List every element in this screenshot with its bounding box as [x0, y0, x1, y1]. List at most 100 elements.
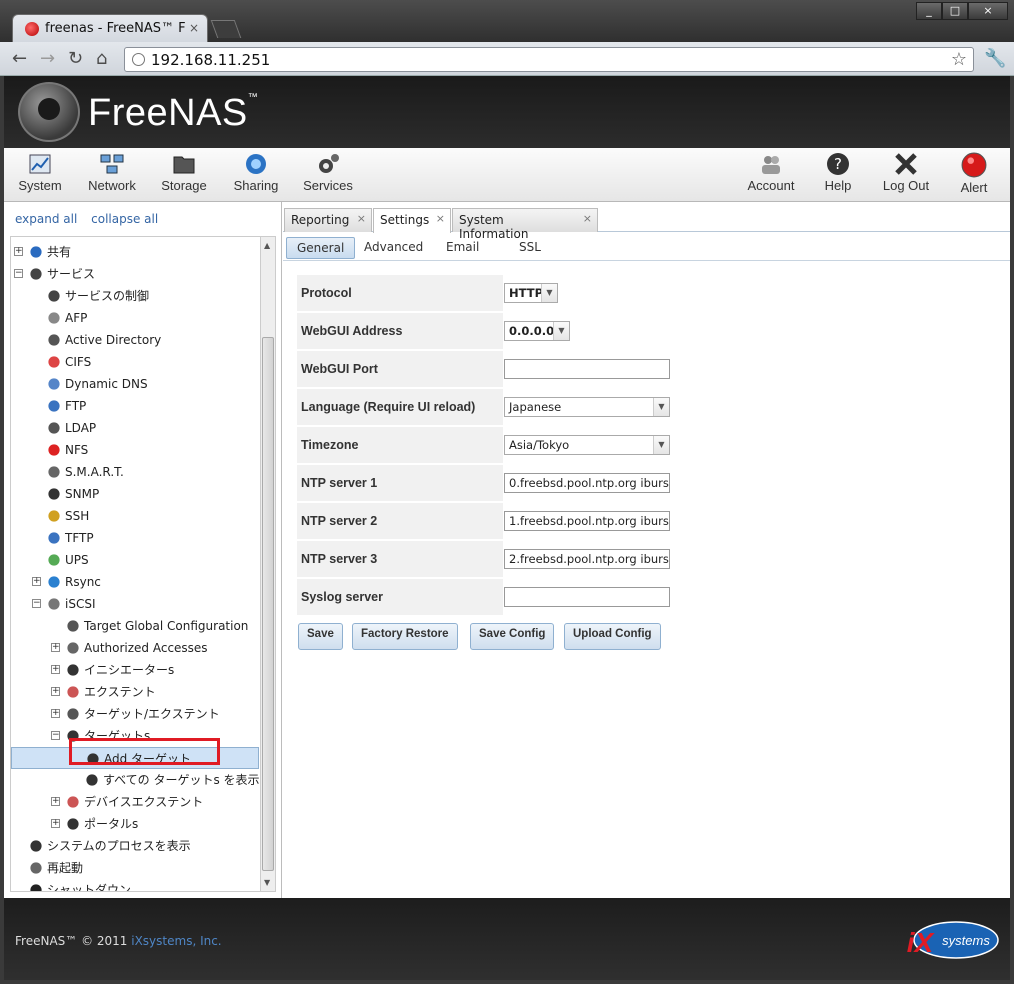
expand-icon[interactable]: +: [51, 687, 60, 696]
tab-system-information[interactable]: System Information ×: [452, 208, 598, 241]
close-window-button[interactable]: ×: [968, 2, 1008, 20]
expand-icon[interactable]: +: [51, 819, 60, 828]
tree-item[interactable]: Target Global Configuration: [11, 615, 259, 637]
tree-item[interactable]: − サービス: [11, 263, 259, 285]
tree-item[interactable]: + エクステント: [11, 681, 259, 703]
webgui-port-input[interactable]: [504, 359, 670, 379]
forward-arrow-icon[interactable]: →: [40, 49, 55, 69]
tree-item[interactable]: LDAP: [11, 417, 259, 439]
scroll-thumb[interactable]: [262, 337, 274, 871]
tree-item[interactable]: AFP: [11, 307, 259, 329]
address-url[interactable]: 192.168.11.251: [151, 51, 270, 69]
expand-icon[interactable]: +: [14, 247, 23, 256]
tab-settings[interactable]: Settings ×: [373, 208, 451, 233]
tree-item[interactable]: サービスの制御: [11, 285, 259, 307]
tree-item[interactable]: UPS: [11, 549, 259, 571]
tree-item[interactable]: FTP: [11, 395, 259, 417]
back-arrow-icon[interactable]: ←: [12, 49, 27, 69]
tree-item[interactable]: SSH: [11, 505, 259, 527]
nav-alert[interactable]: Alert: [952, 152, 996, 195]
home-icon[interactable]: ⌂: [96, 49, 107, 69]
expand-icon[interactable]: +: [51, 709, 60, 718]
tree-item[interactable]: + 共有: [11, 241, 259, 263]
tree-item-label: サービスの制御: [65, 289, 150, 303]
upload-config-button[interactable]: Upload Config: [564, 623, 661, 650]
tree-item[interactable]: + Rsync: [11, 571, 259, 593]
save-button[interactable]: Save: [298, 623, 343, 650]
tree-item[interactable]: Active Directory: [11, 329, 259, 351]
subtab-email[interactable]: Email: [436, 237, 489, 259]
reload-icon[interactable]: ↻: [68, 49, 83, 69]
subtab-general[interactable]: General: [286, 237, 356, 259]
subtab-advanced[interactable]: Advanced: [354, 237, 433, 259]
nav-system[interactable]: System: [14, 152, 66, 193]
network-icon: [100, 154, 124, 174]
tree-item[interactable]: NFS: [11, 439, 259, 461]
nav-network[interactable]: Network: [84, 152, 140, 193]
factory-restore-button[interactable]: Factory Restore: [352, 623, 458, 650]
close-tab-icon[interactable]: ×: [189, 21, 199, 35]
minimize-window-button[interactable]: _: [916, 2, 942, 20]
scroll-up-arrow-icon[interactable]: ▲: [264, 241, 270, 250]
svg-text:?: ?: [834, 155, 842, 173]
collapse-all-link[interactable]: collapse all: [91, 212, 158, 226]
ntp2-input[interactable]: 1.freebsd.pool.ntp.org iburst: [504, 511, 670, 531]
tree-item[interactable]: − iSCSI: [11, 593, 259, 615]
tree-item[interactable]: 再起動: [11, 857, 259, 879]
tree-item-label: UPS: [65, 553, 89, 567]
new-tab-button[interactable]: [210, 20, 242, 38]
tree-item[interactable]: + ポータルs: [11, 813, 259, 835]
ntp3-input[interactable]: 2.freebsd.pool.ntp.org iburst: [504, 549, 670, 569]
tree-item[interactable]: S.M.A.R.T.: [11, 461, 259, 483]
protocol-select[interactable]: HTTP ▼: [504, 283, 558, 303]
tree-scrollbar[interactable]: ▲ ▼: [260, 236, 276, 892]
tree-item[interactable]: Dynamic DNS: [11, 373, 259, 395]
collapse-icon[interactable]: −: [32, 599, 41, 608]
wrench-menu-icon[interactable]: 🔧: [984, 48, 1006, 69]
browser-tab[interactable]: freenas - FreeNAS™ Free ×: [12, 14, 208, 42]
close-tab-icon[interactable]: ×: [357, 212, 366, 225]
expand-icon[interactable]: +: [51, 665, 60, 674]
nav-sharing[interactable]: Sharing: [230, 152, 282, 193]
nav-account[interactable]: Account: [744, 152, 798, 193]
tree-item[interactable]: CIFS: [11, 351, 259, 373]
main-panel: expand all collapse all + 共有 − サービスサービスの制御 A…: [4, 202, 1010, 898]
expand-icon[interactable]: +: [32, 577, 41, 586]
maximize-window-button[interactable]: □: [942, 2, 968, 20]
scroll-down-arrow-icon[interactable]: ▼: [264, 878, 270, 887]
syslog-input[interactable]: [504, 587, 670, 607]
ixsystems-link[interactable]: iXsystems, Inc.: [131, 934, 221, 948]
address-bar[interactable]: 192.168.11.251 ☆: [124, 47, 974, 72]
tree-item[interactable]: TFTP: [11, 527, 259, 549]
tab-reporting[interactable]: Reporting ×: [284, 208, 372, 232]
subtab-ssl[interactable]: SSL: [509, 237, 551, 259]
tree-item[interactable]: + ターゲット/エクステント: [11, 703, 259, 725]
expand-icon[interactable]: +: [51, 797, 60, 806]
nav-logout[interactable]: Log Out: [880, 152, 932, 193]
collapse-icon[interactable]: −: [14, 269, 23, 278]
save-config-button[interactable]: Save Config: [470, 623, 555, 650]
language-select[interactable]: Japanese ▼: [504, 397, 670, 417]
close-tab-icon[interactable]: ×: [583, 212, 592, 225]
tree-item[interactable]: システムのプロセスを表示: [11, 835, 259, 857]
collapse-icon[interactable]: −: [51, 731, 60, 740]
tree-item[interactable]: + Authorized Accesses: [11, 637, 259, 659]
timezone-select[interactable]: Asia/Tokyo ▼: [504, 435, 670, 455]
bookmark-star-icon[interactable]: ☆: [951, 49, 967, 70]
freebsd-icon: [48, 444, 60, 456]
tree-item[interactable]: SNMP: [11, 483, 259, 505]
tree-item[interactable]: + デバイスエクステント: [11, 791, 259, 813]
webgui-address-select[interactable]: 0.0.0.0 ▼: [504, 321, 570, 341]
nav-storage[interactable]: Storage: [158, 152, 210, 193]
arrow-up-icon: [67, 664, 79, 676]
expand-all-link[interactable]: expand all: [15, 212, 77, 226]
copyright-text: FreeNAS™ © 2011 iXsystems, Inc.: [15, 934, 222, 948]
close-tab-icon[interactable]: ×: [436, 212, 445, 225]
expand-icon[interactable]: +: [51, 643, 60, 652]
tree-item[interactable]: すべての ターゲットs を表示: [11, 769, 260, 791]
ntp1-input[interactable]: 0.freebsd.pool.ntp.org iburst: [504, 473, 670, 493]
tree-item[interactable]: シャットダウン: [11, 879, 259, 891]
nav-help[interactable]: ? Help: [816, 152, 860, 193]
tree-item[interactable]: + イニシエーターs: [11, 659, 259, 681]
nav-services[interactable]: Services: [300, 152, 356, 193]
